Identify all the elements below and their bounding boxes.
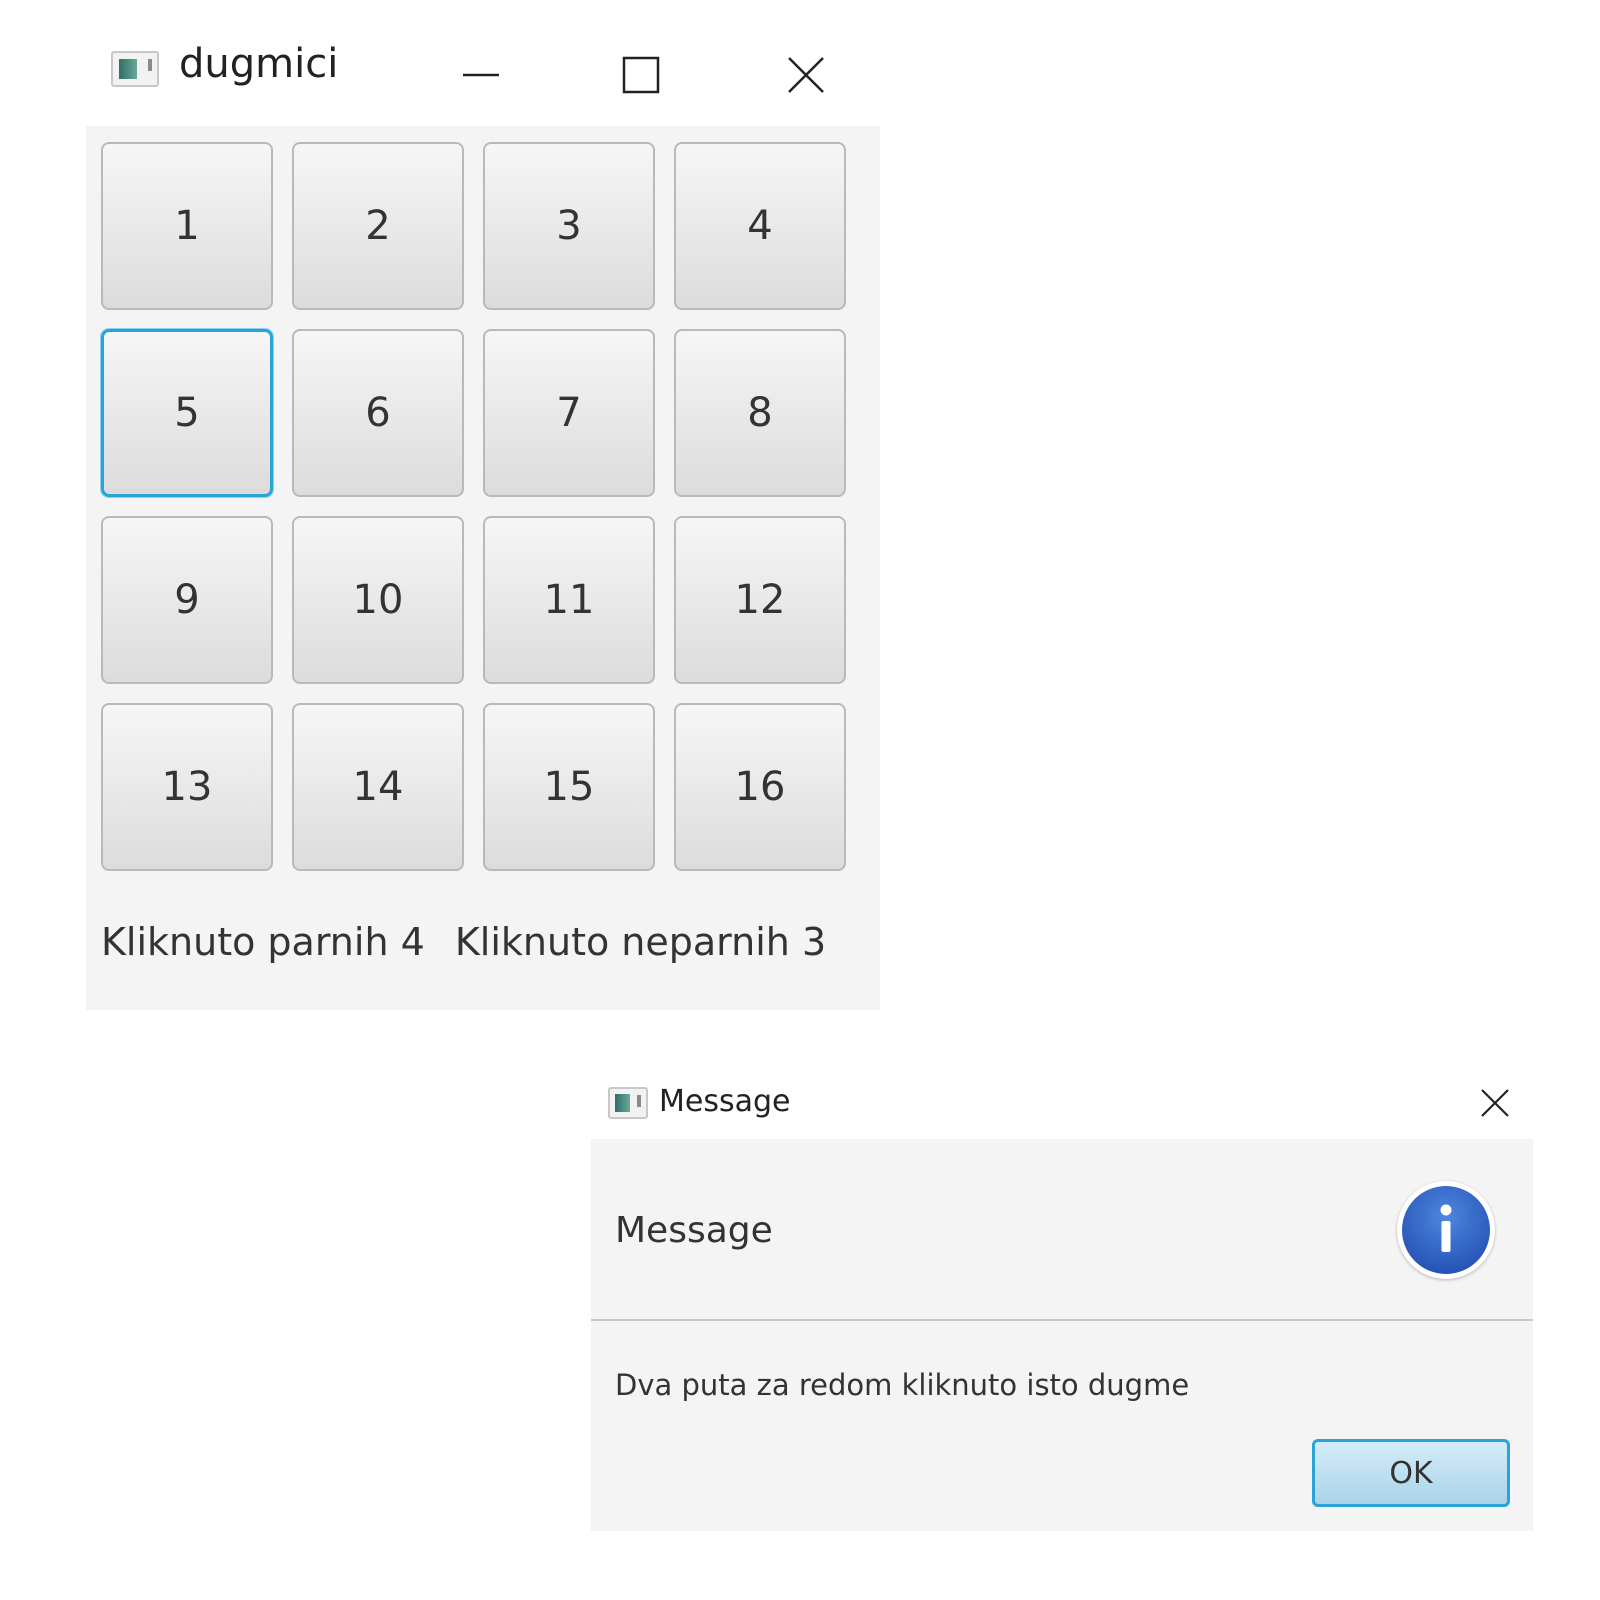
number-button-13[interactable]: 13 [101,703,273,871]
number-button-4[interactable]: 4 [674,142,846,310]
number-button-1[interactable]: 1 [101,142,273,310]
number-button-11[interactable]: 11 [483,516,655,684]
title-bar[interactable]: dugmici [86,30,880,126]
number-button-16[interactable]: 16 [674,703,846,871]
odd-clicks-label: Kliknuto neparnih 3 [454,920,827,964]
number-button-2[interactable]: 2 [292,142,464,310]
number-button-6[interactable]: 6 [292,329,464,497]
number-button-5[interactable]: 5 [101,329,273,497]
number-button-3[interactable]: 3 [483,142,655,310]
window-title: dugmici [179,41,339,87]
close-icon [1481,1089,1509,1117]
close-icon [788,57,824,93]
main-window: dugmici 1 2 3 4 5 6 7 8 9 10 11 12 13 14… [86,30,880,1010]
ok-button[interactable]: OK [1312,1439,1510,1507]
number-button-14[interactable]: 14 [292,703,464,871]
dialog-close-button[interactable] [1471,1079,1519,1127]
dialog-heading: Message [615,1210,773,1251]
minimize-icon [463,73,499,77]
dialog-title-bar[interactable]: Message [591,1065,1533,1139]
dialog-app-icon [608,1087,648,1119]
number-button-grid: 1 2 3 4 5 6 7 8 9 10 11 12 13 14 15 16 [101,142,846,871]
message-dialog: Message Message Dva puta za redom kliknu… [591,1065,1533,1531]
maximize-icon [622,56,660,94]
status-line: Kliknuto parnih 4 Kliknuto neparnih 3 [101,920,826,964]
dialog-message: Dva puta za redom kliknuto isto dugme [615,1368,1190,1402]
minimize-button[interactable] [436,40,526,110]
number-button-7[interactable]: 7 [483,329,655,497]
number-button-8[interactable]: 8 [674,329,846,497]
dialog-header: Message [591,1139,1533,1321]
close-button[interactable] [761,40,851,110]
even-clicks-label: Kliknuto parnih 4 [101,920,425,964]
info-icon [1397,1181,1495,1279]
number-button-10[interactable]: 10 [292,516,464,684]
number-button-12[interactable]: 12 [674,516,846,684]
maximize-button[interactable] [596,40,686,110]
dialog-title: Message [659,1084,791,1119]
number-button-15[interactable]: 15 [483,703,655,871]
number-button-9[interactable]: 9 [101,516,273,684]
app-icon [111,51,159,87]
